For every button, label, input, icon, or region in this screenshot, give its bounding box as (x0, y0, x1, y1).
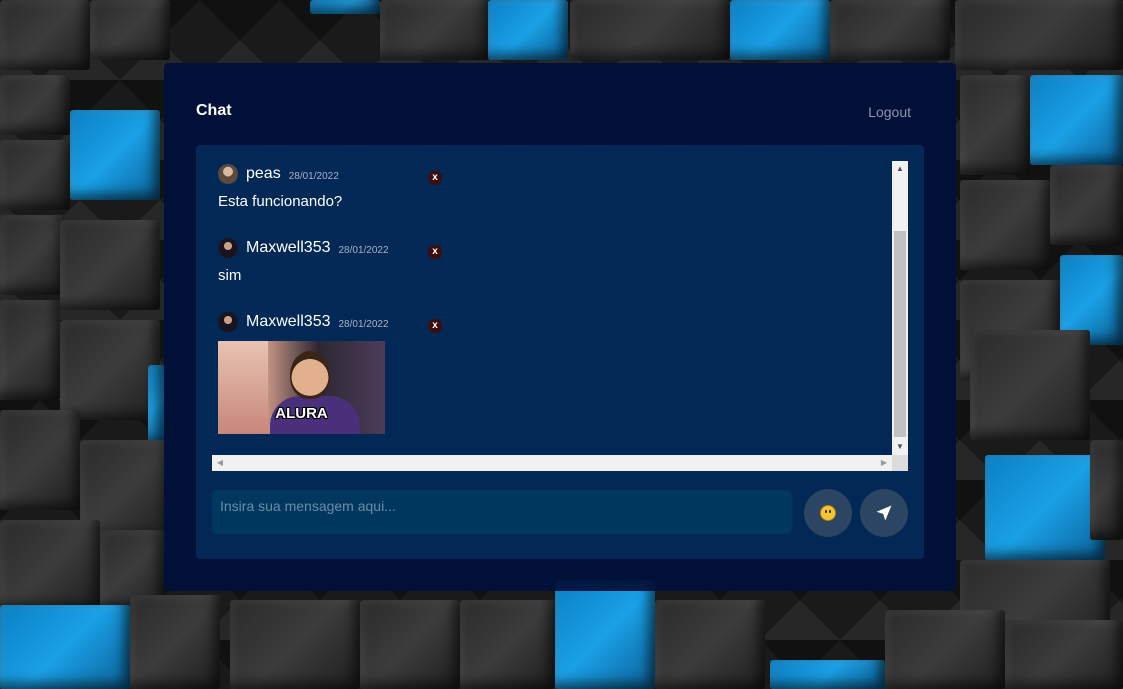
message-text: sim (218, 267, 242, 284)
scrollbar-corner (892, 455, 908, 471)
message-item: peas 28/01/2022 x Esta funcionando? (212, 161, 892, 235)
message-date: 28/01/2022 (288, 170, 339, 182)
scroll-right-icon[interactable]: ▶ (876, 455, 892, 471)
avatar (218, 312, 238, 332)
logout-button[interactable]: Logout (868, 104, 911, 120)
message-input[interactable] (212, 490, 792, 534)
scroll-up-icon[interactable]: ▲ (892, 161, 908, 177)
send-button[interactable] (860, 489, 908, 537)
emoji-button[interactable] (804, 489, 852, 537)
message-date: 28/01/2022 (338, 244, 389, 256)
message-list[interactable]: peas 28/01/2022 x Esta funcionando? Maxw… (212, 161, 892, 455)
avatar (218, 238, 238, 258)
message-header: Maxwell353 28/01/2022 (218, 237, 389, 259)
sticker-image: ALURA (218, 341, 385, 434)
send-arrow-icon (876, 505, 892, 521)
chat-box: peas 28/01/2022 x Esta funcionando? Maxw… (196, 145, 924, 559)
message-username: Maxwell353 (246, 313, 331, 330)
chat-panel: Chat Logout peas 28/01/2022 x Esta funci… (164, 63, 956, 591)
message-username: Maxwell353 (246, 239, 331, 256)
delete-message-button[interactable]: x (428, 319, 442, 333)
vertical-scrollbar[interactable]: ▲ ▼ (892, 161, 908, 455)
message-date: 28/01/2022 (338, 318, 389, 330)
page-title: Chat (196, 102, 232, 119)
message-header: peas 28/01/2022 (218, 163, 339, 185)
sticker-caption: ALURA (275, 405, 328, 422)
message-item: Maxwell353 28/01/2022 x sim (212, 235, 892, 309)
scroll-left-icon[interactable]: ◀ (212, 455, 228, 471)
delete-message-button[interactable]: x (428, 171, 442, 185)
scrollbar-thumb[interactable] (894, 231, 906, 437)
message-username: peas (246, 165, 281, 182)
message-item: Maxwell353 28/01/2022 x ALURA (212, 309, 892, 449)
message-header: Maxwell353 28/01/2022 (218, 311, 389, 333)
message-text: Esta funcionando? (218, 193, 343, 210)
horizontal-scrollbar[interactable]: ◀ ▶ (212, 455, 892, 471)
delete-message-button[interactable]: x (428, 245, 442, 259)
smiley-icon (820, 505, 836, 521)
avatar (218, 164, 238, 184)
scroll-down-icon[interactable]: ▼ (892, 439, 908, 455)
